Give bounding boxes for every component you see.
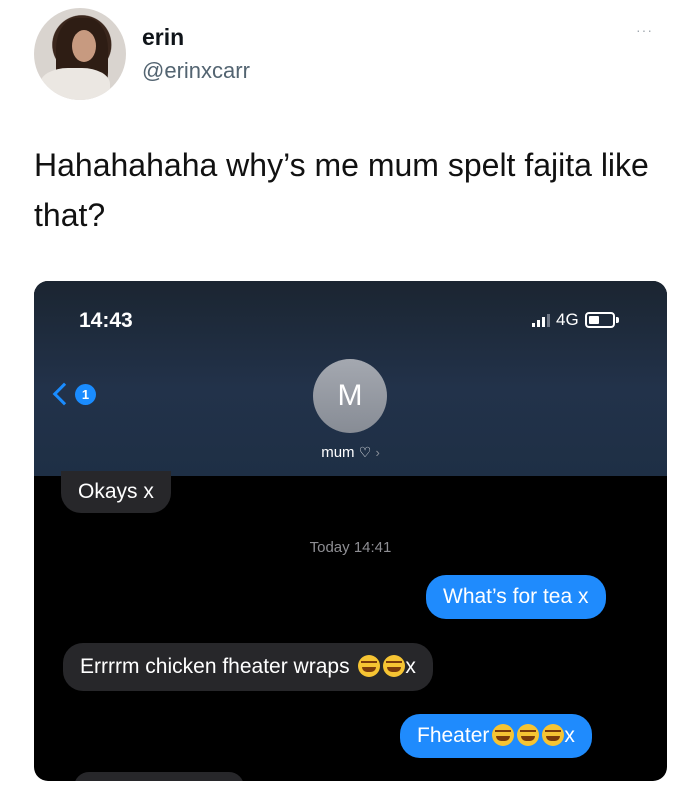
username-handle[interactable]: @erinxcarr xyxy=(142,58,250,84)
heart-icon: ♡ xyxy=(358,444,372,460)
profile-avatar[interactable] xyxy=(34,8,126,100)
display-name[interactable]: erin xyxy=(142,24,184,51)
status-bar-right: 4G xyxy=(532,309,619,331)
message-bubble-sent[interactable]: Fheater x xyxy=(400,714,592,758)
message-bubble-received[interactable]: Okays x xyxy=(61,471,171,513)
laughing-emoji-icon xyxy=(492,724,515,746)
message-text: What’s for tea x xyxy=(443,585,589,608)
contact-name-button[interactable]: mum ♡ › xyxy=(34,444,667,461)
signal-icon xyxy=(532,313,550,327)
message-bubble-sent[interactable]: What’s for tea x xyxy=(426,575,606,619)
message-bubble-partial xyxy=(74,772,244,781)
contact-avatar[interactable]: M xyxy=(313,359,387,433)
message-text: Okays x xyxy=(78,480,154,503)
contact-name: mum xyxy=(321,444,355,461)
contact-initial: M xyxy=(337,379,363,412)
message-text: Errrrm chicken fheater wraps xyxy=(80,655,350,678)
back-button[interactable]: 1 xyxy=(50,379,110,409)
rofl-emoji-icon xyxy=(383,655,406,677)
unread-badge: 1 xyxy=(75,383,96,405)
rofl-emoji-icon xyxy=(358,655,381,677)
message-bubble-received[interactable]: Errrrm chicken fheater wraps x xyxy=(63,643,433,691)
message-screenshot[interactable]: 14:43 4G 1 M mum ♡ › Okays x Today 14:41… xyxy=(34,281,667,781)
more-options-icon[interactable]: ··· xyxy=(636,22,653,38)
message-suffix: x xyxy=(564,724,575,747)
message-suffix: x xyxy=(405,655,416,678)
laughing-emoji-icon xyxy=(542,724,565,746)
network-label: 4G xyxy=(556,310,579,329)
chevron-right-icon: › xyxy=(375,445,380,460)
chevron-left-icon xyxy=(52,382,76,406)
messages-header: 14:43 4G 1 M mum ♡ › xyxy=(34,281,667,476)
battery-icon xyxy=(584,312,615,328)
tweet-text: Hahahahaha why’s me mum spelt fajita lik… xyxy=(34,147,649,233)
status-time: 14:43 xyxy=(79,309,133,332)
message-text: Fheater xyxy=(417,724,490,747)
laughing-emoji-icon xyxy=(517,724,540,746)
message-timestamp: Today 14:41 xyxy=(309,539,392,556)
